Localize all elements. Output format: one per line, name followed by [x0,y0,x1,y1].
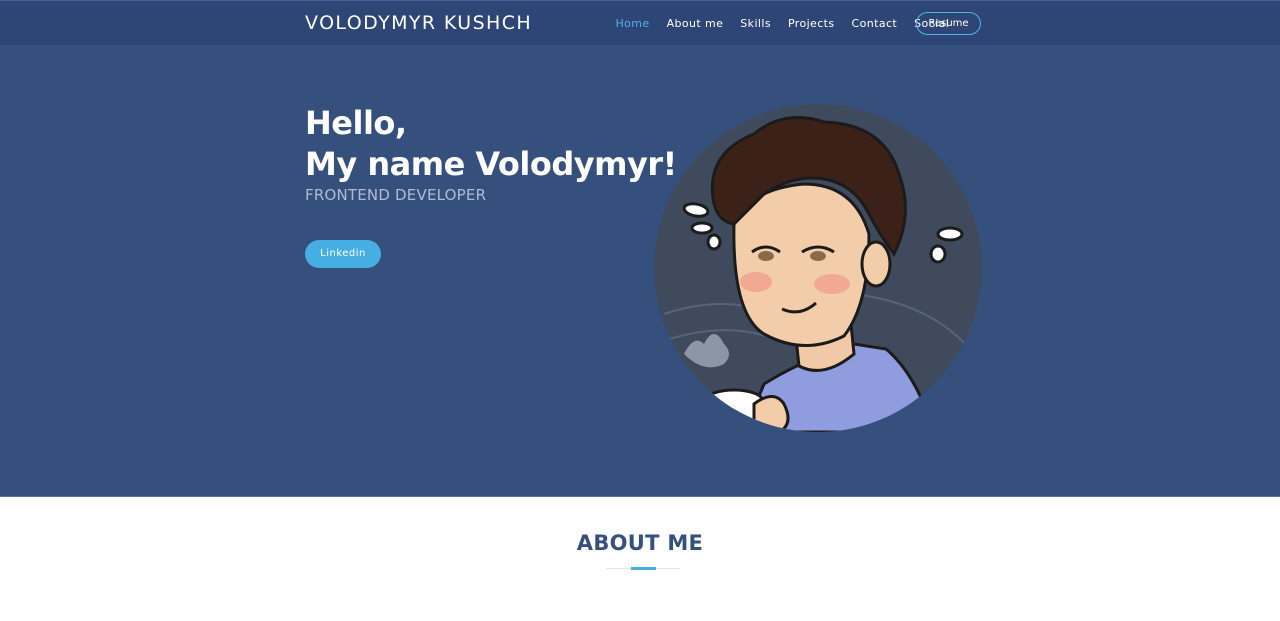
about-title-accent [631,567,656,570]
about-section-title: ABOUT ME [576,531,704,555]
hero-bottom-border [0,496,1280,497]
nav-link-about[interactable]: About me [667,17,724,30]
hero-greeting-line1: Hello, [305,104,407,142]
linkedin-button[interactable]: Linkedin [305,240,381,268]
top-navbar: VOLODYMYR KUSHCH Home About me Skills Pr… [0,0,1280,45]
hero-section [0,45,1280,497]
brand-name[interactable]: VOLODYMYR KUSHCH [305,12,532,34]
hero-greeting-line2: My name Volodymyr! [305,145,677,183]
hero-role: FRONTEND DEVELOPER [305,186,487,204]
nav-link-projects[interactable]: Projects [788,17,835,30]
main-nav: Home About me Skills Projects Contact So… [607,1,958,46]
resume-button[interactable]: Resume [916,12,981,35]
nav-link-skills[interactable]: Skills [740,17,771,30]
nav-link-contact[interactable]: Contact [852,17,898,30]
nav-link-home[interactable]: Home [616,17,650,30]
avatar-portrait-icon [654,104,982,432]
